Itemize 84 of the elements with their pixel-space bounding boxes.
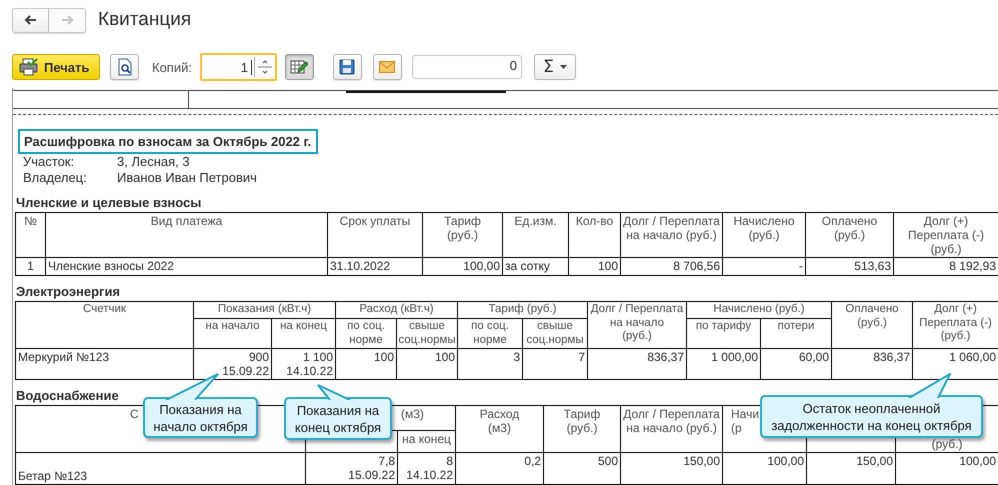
- column-header: на конец: [272, 318, 336, 348]
- table-cell: 100: [396, 348, 458, 380]
- field-label: Участок:: [23, 154, 76, 170]
- table-pencil-icon: [290, 59, 308, 75]
- column-header: Тариф (руб.): [422, 212, 502, 258]
- printer-icon: [19, 58, 39, 76]
- edit-toggle[interactable]: [284, 54, 314, 80]
- callout-pointer: [317, 384, 351, 400]
- table-cell: 100: [336, 348, 396, 380]
- section-title: Водоснабжение: [16, 388, 119, 404]
- table-cell: 900 15.09.22: [194, 348, 272, 380]
- table-cell: 7,8 15.09.22: [306, 452, 398, 484]
- column-header: Счетчик: [16, 302, 194, 348]
- table-cell: Меркурий №123: [16, 348, 194, 380]
- window-title: Квитанция: [98, 9, 192, 31]
- document-magnifier-icon: [116, 58, 132, 76]
- table-cell: 0,2: [456, 452, 544, 484]
- callout-pointer: [908, 373, 951, 398]
- amount-field[interactable]: 0: [412, 55, 522, 79]
- table-cell: Членские взносы 2022: [46, 258, 328, 276]
- column-header: Срок уплаты: [328, 212, 422, 258]
- table-cell: 513,63: [806, 258, 894, 276]
- table-cell: 100,00: [722, 452, 807, 484]
- preview-button[interactable]: [110, 54, 139, 80]
- table-cell: 1 100 14.10.22: [272, 348, 336, 380]
- column-header: Долг / Переплата на начало (руб.): [620, 212, 722, 258]
- save-button[interactable]: [332, 54, 362, 80]
- column-header: Начислено (руб.): [686, 302, 832, 318]
- table-cell: 1: [16, 258, 46, 276]
- column-header: Ед.изм.: [502, 212, 568, 258]
- table-cell: 150,00: [806, 452, 896, 484]
- sum-button[interactable]: Σ: [534, 54, 576, 80]
- caret-icon: [560, 65, 567, 69]
- column-header: по соц. норме: [336, 318, 396, 348]
- callout-pointer: [165, 373, 219, 400]
- mail-button[interactable]: [372, 54, 402, 80]
- column-header: Долг / Переплата на начало (руб.): [620, 406, 723, 452]
- column-header: свыше соц.нормы: [396, 318, 458, 348]
- section-title: Электроэнергия: [16, 284, 120, 300]
- report-heading: Расшифровка по взносам за Октябрь 2022 г.: [18, 129, 318, 154]
- copies-label: Копий:: [152, 60, 192, 74]
- table-cell: 150,00: [620, 452, 723, 484]
- table-cell: 1 000,00: [686, 348, 761, 380]
- table-cell: 500: [544, 452, 621, 484]
- column-header: Начислено (руб.): [722, 212, 806, 258]
- column-header: Тариф (руб.): [458, 302, 588, 318]
- field-value: Иванов Иван Петрович: [117, 170, 258, 186]
- table-cell: 8 14.10.22: [398, 452, 456, 484]
- column-header: Тариф (руб.): [544, 406, 621, 452]
- table-cell: Бетар №123: [16, 452, 306, 484]
- column-header: Оплачено (руб.): [832, 302, 913, 348]
- section-title: Членские и целевые взносы: [16, 195, 202, 211]
- envelope-icon: [379, 61, 396, 73]
- column-header: Кол-во: [568, 212, 620, 258]
- field-value: 3, Лесная, 3: [117, 154, 191, 170]
- column-header: Долг (+) Переплата (-) (руб.): [894, 212, 998, 258]
- column-header: Расход (кВт.ч): [336, 302, 458, 318]
- column-header: Оплачено (руб.): [806, 212, 894, 258]
- field-label: Владелец:: [23, 170, 88, 186]
- column-header: по тарифу: [686, 318, 761, 348]
- copies-field[interactable]: 1: [200, 53, 277, 81]
- column-header: по соц. норме: [458, 318, 523, 348]
- table-cell: 7: [522, 348, 588, 380]
- left-arrow-icon: [22, 13, 38, 27]
- table-cell: за сотку: [502, 258, 568, 276]
- back-button[interactable]: [12, 8, 49, 32]
- table-cell: 836,37: [588, 348, 687, 380]
- column-header: Расход (м3): [456, 406, 544, 452]
- table-cell: 60,00: [760, 348, 832, 380]
- table-cell: 100,00: [422, 258, 502, 276]
- column-header: Показания (кВт.ч): [194, 302, 336, 318]
- column-header: на начало: [194, 318, 272, 348]
- column-header: №: [16, 212, 46, 258]
- table-cell: 31.10.2022: [328, 258, 422, 276]
- column-header: Вид платежа: [46, 212, 328, 258]
- table-cell: 836,37: [832, 348, 913, 380]
- column-header: Долг (+) Переплата (-) (руб.): [912, 302, 998, 348]
- table-cell: 8 706,56: [620, 258, 722, 276]
- right-arrow-icon: [59, 13, 75, 27]
- print-button[interactable]: Печать: [12, 54, 100, 80]
- table-cell: -: [722, 258, 806, 276]
- table-cell: 3: [458, 348, 523, 380]
- column-header: Долг / Переплата на начало (руб.): [588, 302, 687, 348]
- table-cell: 100: [568, 258, 620, 276]
